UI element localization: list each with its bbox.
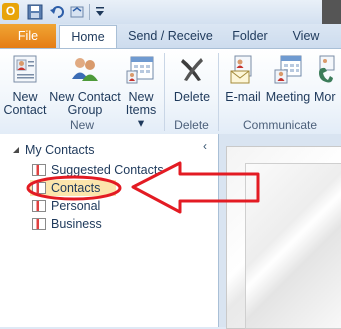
meeting-calendar-icon bbox=[274, 55, 302, 84]
expand-triangle-icon[interactable] bbox=[12, 146, 20, 154]
ribbon: New Contact New Contact Group New Items … bbox=[0, 48, 341, 136]
toolbar-divider bbox=[89, 4, 90, 20]
tab-folder[interactable]: Folder bbox=[222, 25, 278, 47]
email-button[interactable]: E-mail bbox=[222, 53, 264, 104]
more-label: Mor bbox=[314, 90, 336, 104]
tab-view[interactable]: View bbox=[282, 25, 330, 47]
nav-item-label: Personal bbox=[51, 199, 101, 213]
more-button[interactable]: Mor bbox=[314, 53, 341, 104]
new-contact-label-2: Contact bbox=[3, 103, 47, 117]
outlook-logo-icon[interactable]: O bbox=[2, 3, 19, 20]
contact-group-icon bbox=[72, 58, 98, 81]
ribbon-tabs: File Home Send / Receive Folder View bbox=[0, 24, 341, 49]
tab-send-receive[interactable]: Send / Receive bbox=[123, 25, 218, 47]
nav-item-label: Contacts bbox=[51, 181, 101, 195]
meeting-label: Meeting bbox=[265, 90, 311, 104]
undo-icon[interactable] bbox=[50, 5, 64, 19]
collapse-pane-icon[interactable]: ‹ bbox=[203, 139, 207, 153]
nav-item-personal[interactable]: Personal bbox=[32, 198, 100, 214]
group-label-communicate: Communicate bbox=[242, 118, 318, 132]
group-label-new: New bbox=[69, 118, 94, 132]
contacts-folder-icon bbox=[32, 200, 46, 212]
nav-item-suggested-contacts[interactable]: Suggested Contacts bbox=[32, 162, 164, 178]
contacts-folder-icon bbox=[32, 164, 46, 176]
email-contact-icon bbox=[230, 55, 252, 84]
window-controls-strip bbox=[322, 0, 341, 24]
delete-x-icon bbox=[181, 58, 203, 81]
phone-icon bbox=[319, 55, 335, 83]
new-contact-group-button[interactable]: New Contact Group bbox=[48, 53, 122, 117]
customize-toolbar-icon[interactable] bbox=[95, 6, 105, 18]
nav-item-business[interactable]: Business bbox=[32, 216, 102, 232]
nav-item-contacts[interactable]: Contacts bbox=[30, 180, 116, 196]
delete-button[interactable]: Delete bbox=[169, 53, 215, 104]
meeting-button[interactable]: Meeting bbox=[264, 53, 312, 104]
group-label-delete: Delete bbox=[174, 118, 209, 132]
new-contact-group-label-2: Group bbox=[67, 103, 103, 117]
new-contact-button[interactable]: New Contact bbox=[2, 53, 48, 117]
new-items-icon bbox=[126, 56, 154, 84]
tab-file[interactable]: File bbox=[0, 24, 56, 48]
contact-card-icon bbox=[13, 55, 37, 83]
delete-label: Delete bbox=[173, 90, 211, 104]
email-label: E-mail bbox=[225, 90, 261, 104]
send-receive-icon[interactable] bbox=[70, 5, 84, 19]
tab-home[interactable]: Home bbox=[59, 25, 117, 49]
my-contacts-label: My Contacts bbox=[25, 143, 95, 157]
nav-item-label: Business bbox=[51, 217, 102, 231]
nav-item-label: Suggested Contacts bbox=[51, 163, 164, 177]
save-icon[interactable] bbox=[27, 4, 43, 20]
reading-pane-page bbox=[245, 163, 341, 329]
contacts-folder-icon bbox=[32, 182, 46, 194]
contacts-folder-icon bbox=[32, 218, 46, 230]
title-bar: O bbox=[0, 0, 341, 25]
